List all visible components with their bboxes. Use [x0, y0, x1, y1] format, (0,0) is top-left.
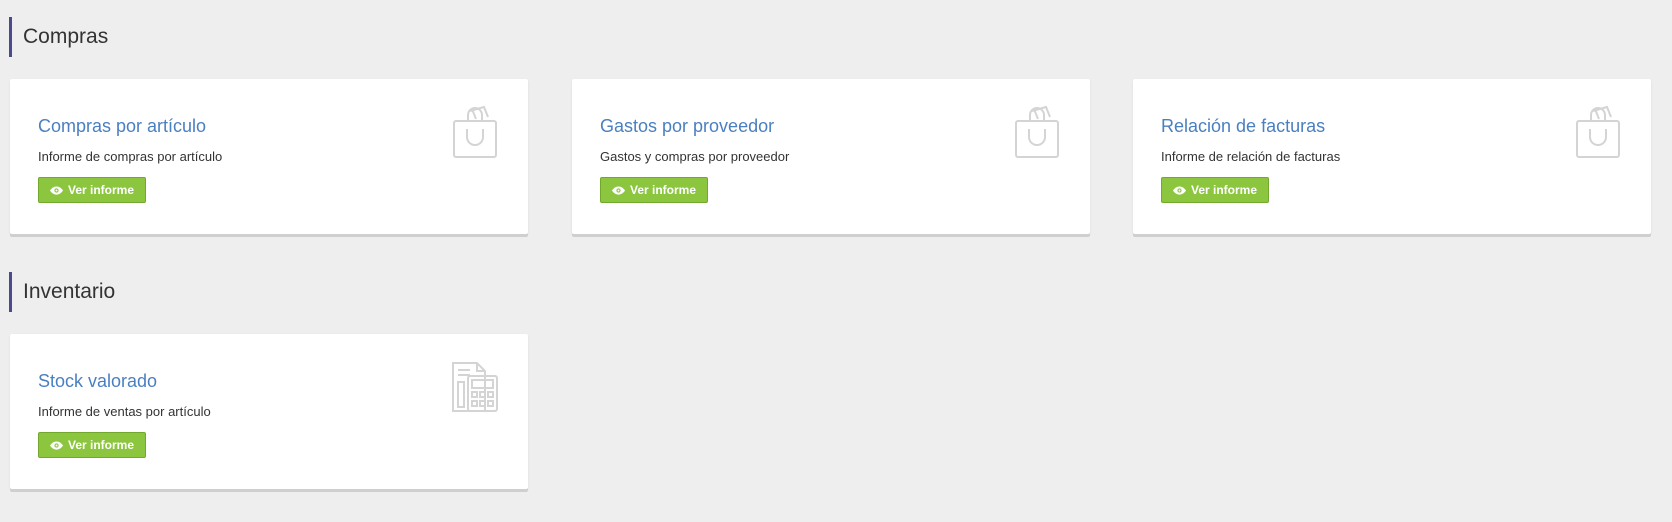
eye-icon: [50, 440, 63, 450]
view-report-label: Ver informe: [68, 183, 135, 197]
view-report-button[interactable]: Ver informe: [38, 432, 147, 458]
section-title-inventario: Inventario: [9, 272, 115, 312]
report-description: Informe de relación de facturas: [1161, 149, 1341, 164]
eye-icon: [1173, 185, 1186, 195]
report-card: Relación de facturas Informe de relación…: [1133, 79, 1651, 234]
view-report-button[interactable]: Ver informe: [38, 177, 147, 203]
shopping-bag-icon: [1576, 105, 1620, 158]
report-description: Gastos y compras por proveedor: [600, 149, 790, 164]
section-title-compras: Compras: [9, 17, 108, 57]
report-description: Informe de compras por artículo: [38, 149, 223, 164]
report-description: Informe de ventas por artículo: [38, 404, 211, 419]
report-title-link[interactable]: Compras por artículo: [38, 116, 206, 137]
view-report-label: Ver informe: [630, 183, 697, 197]
report-card: Stock valorado Informe de ventas por art…: [10, 334, 528, 489]
report-title-link[interactable]: Gastos por proveedor: [600, 116, 774, 137]
view-report-label: Ver informe: [1191, 183, 1258, 197]
shopping-bag-icon: [1015, 105, 1059, 158]
view-report-button[interactable]: Ver informe: [600, 177, 709, 203]
calculator-icon: [452, 362, 498, 412]
eye-icon: [612, 185, 625, 195]
view-report-label: Ver informe: [68, 438, 135, 452]
reports-page: Compras Compras por artículo Informe de …: [0, 0, 1672, 522]
view-report-button[interactable]: Ver informe: [1161, 177, 1270, 203]
report-title-link[interactable]: Relación de facturas: [1161, 116, 1325, 137]
report-title-link[interactable]: Stock valorado: [38, 371, 157, 392]
shopping-bag-icon: [453, 105, 497, 158]
report-card: Compras por artículo Informe de compras …: [10, 79, 528, 234]
report-card: Gastos por proveedor Gastos y compras po…: [572, 79, 1090, 234]
eye-icon: [50, 185, 63, 195]
